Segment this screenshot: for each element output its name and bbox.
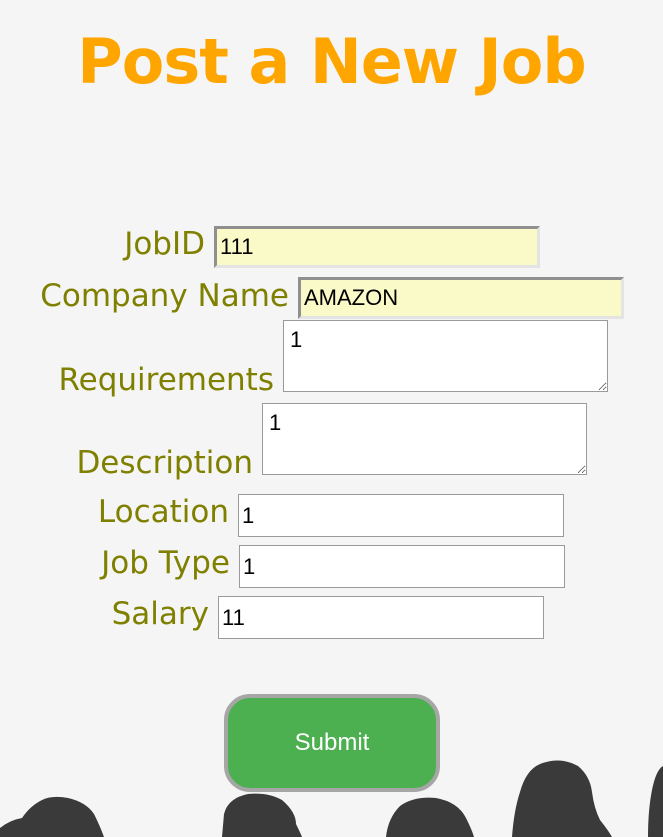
job-id-label: JobID: [124, 226, 205, 262]
location-input[interactable]: [238, 494, 564, 537]
salary-input[interactable]: [218, 596, 544, 639]
job-type-input[interactable]: [239, 545, 565, 588]
silhouette-person-2: [222, 793, 302, 837]
silhouette-person-1: [0, 796, 104, 837]
job-id-input[interactable]: [214, 226, 540, 268]
requirements-label: Requirements: [58, 362, 274, 398]
submit-button[interactable]: Submit: [224, 694, 440, 792]
salary-label: Salary: [111, 596, 209, 632]
silhouette-person-3: [386, 797, 474, 837]
description-label: Description: [76, 445, 253, 481]
silhouette-person-4: [512, 760, 612, 837]
company-name-input[interactable]: [298, 277, 624, 319]
location-label: Location: [97, 494, 229, 530]
job-type-label: Job Type: [101, 545, 230, 581]
page-title: Post a New Job: [77, 25, 586, 98]
description-textarea[interactable]: 1: [262, 403, 587, 475]
requirements-textarea[interactable]: 1: [283, 320, 608, 392]
silhouette-person-5: [648, 766, 663, 837]
company-name-label: Company Name: [40, 278, 289, 314]
